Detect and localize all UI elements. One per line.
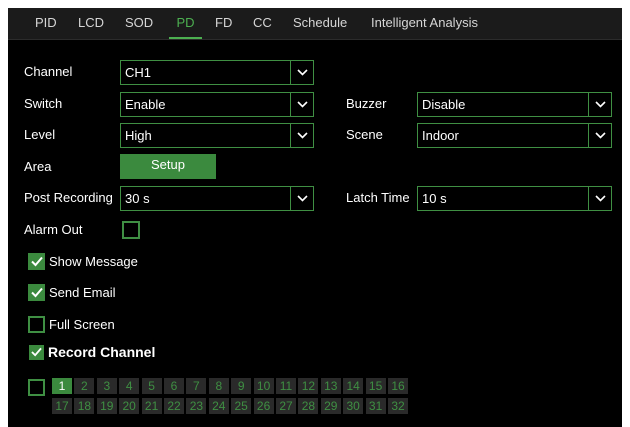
switch-label: Switch [24,96,63,111]
record-channel-12[interactable]: 12 [298,378,319,394]
chevron-down-icon[interactable] [290,61,313,84]
tab-pd[interactable]: PD [169,8,202,39]
level-select[interactable]: High [120,123,314,148]
chevron-down-icon[interactable] [588,187,611,210]
buzzer-select[interactable]: Disable [417,92,612,117]
record-channel-5[interactable]: 5 [141,378,162,394]
record-channel-4[interactable]: 4 [119,378,140,394]
record-channel-6[interactable]: 6 [164,378,184,394]
pd-settings-panel: PID LCD SOD PD FD CC Schedule Intelligen… [8,8,622,427]
record-channel-10[interactable]: 10 [253,378,274,394]
record-channel-2[interactable]: 2 [74,378,95,394]
record-channel-7[interactable]: 7 [186,378,207,394]
checkmark-icon [31,256,43,267]
switch-select[interactable]: Enable [120,92,314,117]
full-screen-label: Full Screen [49,317,115,332]
record-channel-select-all-checkbox[interactable] [28,379,45,396]
post-recording-value: 30 s [125,191,150,206]
show-message-checkbox[interactable] [28,253,45,270]
record-channel-3[interactable]: 3 [96,378,117,394]
chevron-down-icon[interactable] [588,124,611,147]
checkmark-icon [31,347,42,357]
area-setup-button[interactable]: Setup [120,154,216,179]
tab-intelligent-analysis[interactable]: Intelligent Analysis [371,8,478,39]
record-channel-20[interactable]: 20 [119,398,140,414]
record-channel-32[interactable]: 32 [388,398,408,414]
tab-schedule[interactable]: Schedule [293,8,347,39]
scene-value: Indoor [422,128,459,143]
send-email-checkbox[interactable] [28,284,45,301]
chevron-down-icon[interactable] [290,93,313,116]
tab-divider [8,39,622,40]
record-channel-label: Record Channel [48,344,156,360]
record-channel-17[interactable]: 17 [52,398,72,414]
record-channel-8[interactable]: 8 [208,378,229,394]
alarm-out-checkbox[interactable] [122,221,140,239]
chevron-down-icon[interactable] [588,93,611,116]
record-channel-23[interactable]: 23 [186,398,207,414]
full-screen-checkbox[interactable] [28,316,45,333]
tab-fd[interactable]: FD [215,8,232,39]
show-message-label: Show Message [49,254,138,269]
record-channel-30[interactable]: 30 [343,398,364,414]
record-channel-22[interactable]: 22 [164,398,184,414]
buzzer-label: Buzzer [346,96,387,111]
scene-select[interactable]: Indoor [417,123,612,148]
record-channel-31[interactable]: 31 [365,398,386,414]
send-email-label: Send Email [49,285,116,300]
alarm-out-label: Alarm Out [24,222,83,237]
tab-cc[interactable]: CC [253,8,272,39]
record-channel-27[interactable]: 27 [276,398,296,414]
record-channel-16[interactable]: 16 [388,378,408,394]
tab-sod[interactable]: SOD [125,8,153,39]
level-value: High [125,128,152,143]
latch-time-select[interactable]: 10 s [417,186,612,211]
record-channel-15[interactable]: 15 [365,378,386,394]
record-channel-11[interactable]: 11 [276,378,296,394]
chevron-down-icon[interactable] [290,187,313,210]
area-label: Area [24,159,52,174]
channel-label: Channel [24,64,73,79]
latch-time-label: Latch Time [346,190,410,205]
record-channel-9[interactable]: 9 [231,378,252,394]
post-recording-label: Post Recording [24,190,113,205]
tab-lcd[interactable]: LCD [78,8,104,39]
record-channel-13[interactable]: 13 [320,378,341,394]
record-channel-28[interactable]: 28 [298,398,319,414]
channel-value: CH1 [125,65,152,80]
record-channel-18[interactable]: 18 [74,398,95,414]
record-channel-25[interactable]: 25 [231,398,252,414]
record-channel-1[interactable]: 1 [52,378,72,394]
tab-bar: PID LCD SOD PD FD CC Schedule Intelligen… [8,8,622,39]
record-channel-24[interactable]: 24 [208,398,229,414]
scene-label: Scene [346,127,383,142]
level-label: Level [24,127,56,142]
post-recording-select[interactable]: 30 s [120,186,314,211]
record-channel-14[interactable]: 14 [343,378,364,394]
buzzer-value: Disable [422,97,466,112]
tab-pid[interactable]: PID [35,8,57,39]
record-channel-19[interactable]: 19 [96,398,117,414]
latch-time-value: 10 s [422,191,447,206]
channel-select[interactable]: CH1 [120,60,314,85]
switch-value: Enable [125,97,166,112]
record-channel-21[interactable]: 21 [141,398,162,414]
chevron-down-icon[interactable] [290,124,313,147]
record-channel-checkbox[interactable] [29,345,44,360]
record-channel-29[interactable]: 29 [320,398,341,414]
record-channel-26[interactable]: 26 [253,398,274,414]
checkmark-icon [31,287,43,298]
